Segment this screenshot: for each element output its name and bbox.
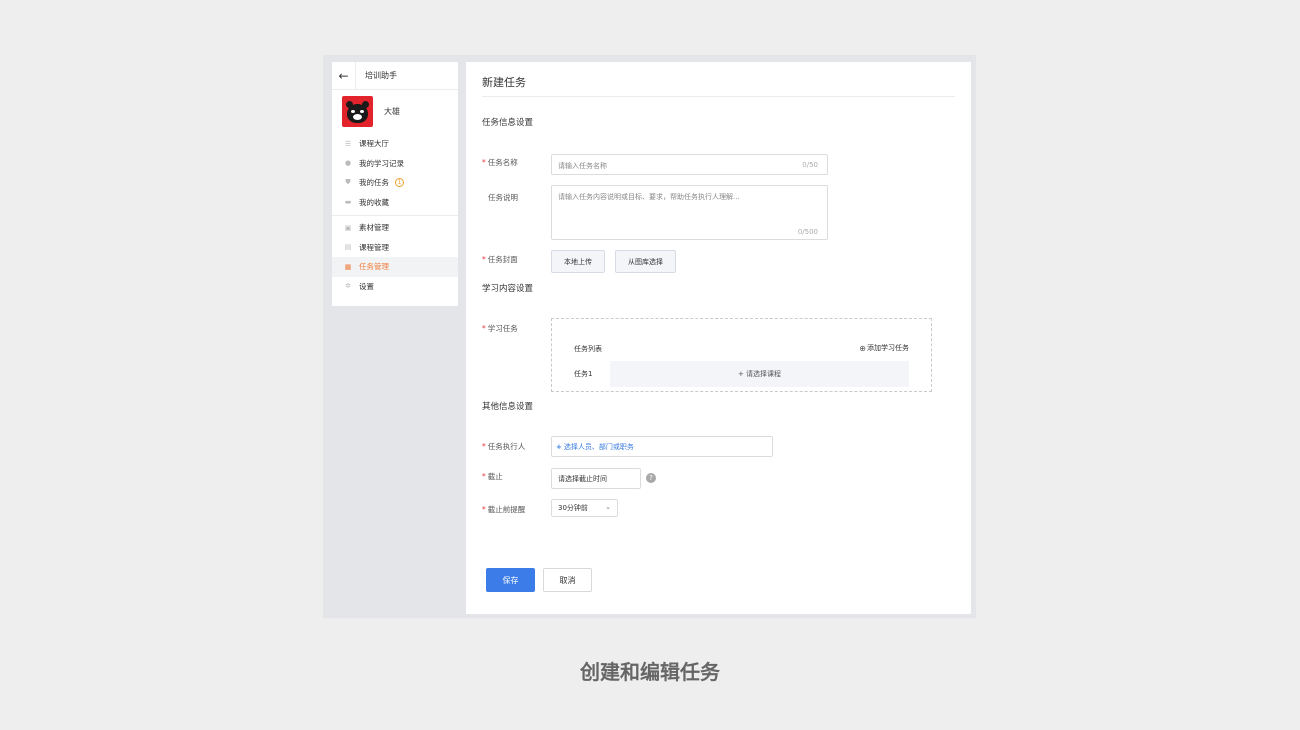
section-title-other: 其他信息设置 [482, 402, 534, 412]
section-title-task-info: 任务信息设置 [482, 118, 534, 128]
main-panel: 新建任务 任务信息设置 * 任务名称 请输入任务名称 0/50 任务说明 请输入任… [466, 62, 971, 614]
list-icon: ☰ [344, 139, 352, 148]
sidebar-item-label: 课程大厅 [359, 139, 389, 149]
sidebar-item-course-hall[interactable]: ☰ 课程大厅 [332, 134, 458, 154]
add-study-task-button[interactable]: ⊕ 添加学习任务 [859, 343, 909, 353]
deadline-label: * 截止 [482, 472, 503, 481]
sidebar-item-task-manage[interactable]: ▦ 任务管理 [332, 257, 458, 277]
back-arrow-icon[interactable]: ← [332, 61, 356, 90]
sidebar-item-settings[interactable]: ✲ 设置 [332, 277, 458, 297]
sidebar-item-my-tasks[interactable]: ⛊ 我的任务 1 [332, 173, 458, 193]
copy-icon: ▤ [344, 243, 352, 252]
remind-label: * 截止前提醒 [482, 505, 526, 514]
study-task-box: 任务列表 ⊕ 添加学习任务 任务1 + 请选择课程 [551, 318, 932, 392]
images-icon: ▣ [344, 223, 352, 232]
save-button[interactable]: 保存 [486, 568, 535, 592]
user-name: 大雄 [384, 106, 400, 116]
plus-icon: + [556, 442, 562, 451]
clock-icon: ● [344, 159, 352, 168]
gear-icon: ✲ [345, 282, 351, 291]
assignee-label: * 任务执行人 [482, 442, 526, 451]
avatar[interactable] [342, 95, 373, 127]
sidebar-item-label: 设置 [359, 281, 374, 291]
task-icon: ▦ [344, 262, 352, 271]
task-desc-counter: 0/500 [797, 228, 818, 236]
page-caption: 创建和编辑任务 [580, 660, 720, 684]
chevron-down-icon: ⌄ [605, 503, 611, 511]
deadline-picker[interactable]: 请选择截止时间 [551, 468, 641, 489]
remind-select-value: 30分钟前 [558, 504, 588, 512]
add-study-task-label: 添加学习任务 [867, 344, 909, 352]
task-desc-placeholder: 请输入任务内容说明或目标、要求，帮助任务执行人理解... [558, 193, 740, 201]
sidebar: ← 培训助手 大雄 ☰ 课程大厅 ● 我的学习记录 ⛊ 我的任务 1 ▬ 我的收… [332, 61, 458, 306]
user-profile: 大雄 [332, 90, 458, 132]
task-name-placeholder: 请输入任务名称 [558, 162, 607, 170]
add-icon: ⊕ [859, 343, 866, 353]
sidebar-item-course-manage[interactable]: ▤ 课程管理 [332, 238, 458, 258]
assignee-picker[interactable]: + 选择人员、部门或职务 [551, 436, 773, 457]
app-title: 培训助手 [365, 71, 397, 80]
sidebar-item-favorites[interactable]: ▬ 我的收藏 [332, 193, 458, 213]
sidebar-item-label: 素材管理 [359, 223, 389, 233]
bear-avatar-icon [346, 100, 369, 123]
assignee-picker-label: 选择人员、部门或职务 [563, 442, 634, 451]
sidebar-item-label: 我的学习记录 [359, 158, 404, 168]
task-desc-textarea[interactable]: 请输入任务内容说明或目标、要求，帮助任务执行人理解... 0/500 [551, 185, 828, 240]
local-upload-button[interactable]: 本地上传 [551, 250, 605, 273]
task-list-label: 任务列表 [574, 345, 602, 353]
shield-icon: ⛊ [345, 178, 351, 187]
gallery-select-button[interactable]: 从图库选择 [615, 250, 676, 273]
task-name-label: * 任务名称 [482, 158, 518, 167]
sidebar-group-admin: ▣ 素材管理 ▤ 课程管理 ▦ 任务管理 ✲ 设置 [332, 216, 458, 298]
task-name-counter: 0/50 [802, 161, 818, 169]
sidebar-header: ← 培训助手 [332, 61, 458, 90]
choose-course-button[interactable]: + 请选择课程 [610, 361, 909, 387]
task-count-badge: 1 [395, 178, 404, 188]
sidebar-item-label: 任务管理 [359, 262, 389, 272]
section-title-content: 学习内容设置 [482, 284, 534, 294]
sidebar-item-label: 我的收藏 [359, 197, 389, 207]
sidebar-group-learning: ☰ 课程大厅 ● 我的学习记录 ⛊ 我的任务 1 ▬ 我的收藏 [332, 132, 458, 216]
remind-select[interactable]: 30分钟前 ⌄ [551, 499, 618, 517]
page-title: 新建任务 [482, 76, 526, 89]
title-divider [482, 96, 955, 97]
folder-icon: ▬ [344, 198, 352, 207]
sidebar-item-study-record[interactable]: ● 我的学习记录 [332, 154, 458, 174]
task-cover-label: * 任务封面 [482, 255, 518, 264]
study-task-label: * 学习任务 [482, 324, 518, 333]
task-1-label: 任务1 [574, 370, 593, 378]
sidebar-item-materials[interactable]: ▣ 素材管理 [332, 218, 458, 238]
task-desc-label: 任务说明 [488, 193, 518, 202]
task-name-input[interactable]: 请输入任务名称 0/50 [551, 154, 828, 175]
sidebar-item-label: 课程管理 [359, 242, 389, 252]
sidebar-item-label: 我的任务 [359, 178, 389, 188]
help-icon[interactable]: ? [646, 473, 656, 483]
cancel-button[interactable]: 取消 [543, 568, 592, 592]
